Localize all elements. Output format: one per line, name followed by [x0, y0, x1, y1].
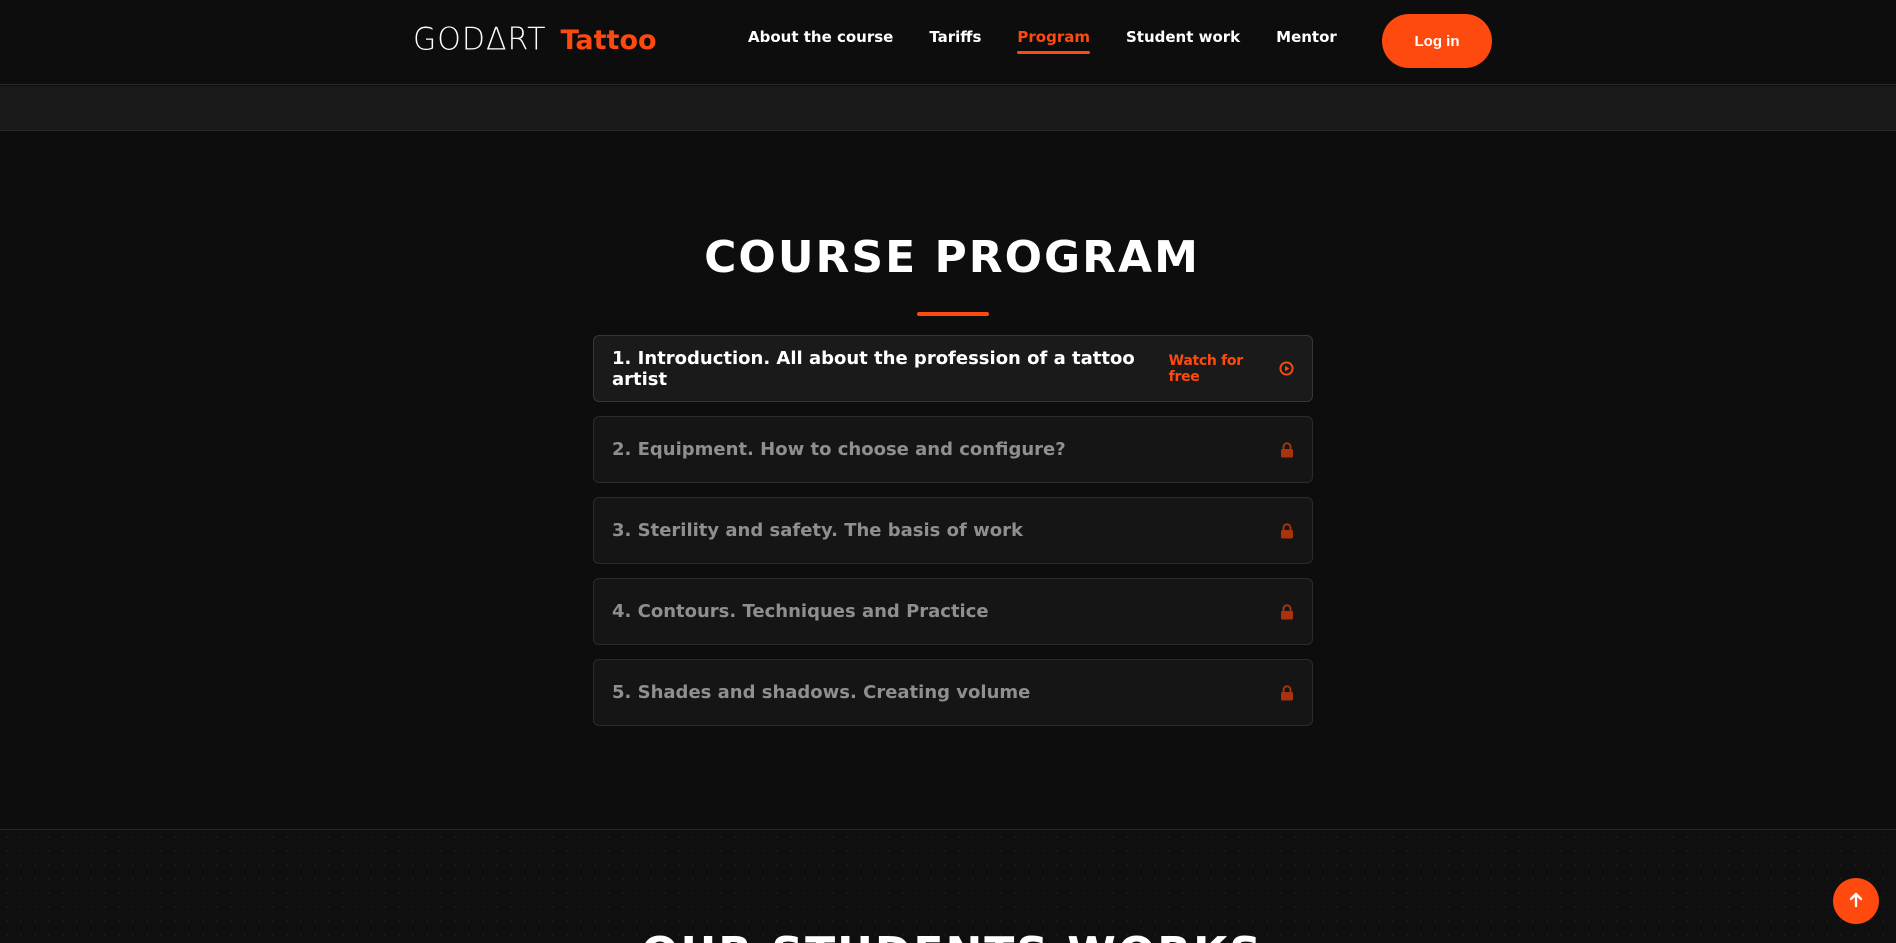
site-header: GODΔRT Tattoo About the course Tariffs P… [0, 0, 1896, 85]
nav-program[interactable]: Program [1017, 28, 1090, 54]
section-title: COURSE PROGRAM [704, 232, 1200, 283]
main-nav: About the course Tariffs Program Student… [748, 28, 1337, 54]
lock-icon [1280, 522, 1294, 539]
watch-for-free-link[interactable]: Watch for free [1169, 353, 1294, 385]
program-item-4[interactable]: 4. Contours. Techniques and Practice [593, 578, 1313, 645]
play-circle-icon [1279, 361, 1294, 376]
program-list: 1. Introduction. All about the professio… [593, 335, 1313, 740]
scroll-to-top-button[interactable] [1833, 878, 1879, 924]
program-item-2[interactable]: 2. Equipment. How to choose and configur… [593, 416, 1313, 483]
lock-icon [1280, 441, 1294, 458]
title-underline [917, 312, 989, 316]
program-item-5[interactable]: 5. Shades and shadows. Creating volume [593, 659, 1313, 726]
login-button[interactable]: Log in [1382, 14, 1492, 68]
program-item-label: 5. Shades and shadows. Creating volume [612, 682, 1031, 703]
lock-icon [1280, 603, 1294, 620]
program-item-3[interactable]: 3. Sterility and safety. The basis of wo… [593, 497, 1313, 564]
program-item-label: 1. Introduction. All about the professio… [612, 347, 1135, 390]
nav-about-course[interactable]: About the course [748, 28, 893, 52]
program-item-label: 2. Equipment. How to choose and configur… [612, 439, 1066, 460]
students-works-title: OUR STUDENTS WORKS [0, 928, 1896, 943]
logo[interactable]: GODΔRT Tattoo [413, 21, 657, 62]
students-works-section: OUR STUDENTS WORKS [0, 829, 1896, 943]
nav-tariffs[interactable]: Tariffs [929, 28, 981, 52]
program-item-label: 3. Sterility and safety. The basis of wo… [612, 520, 1023, 541]
nav-student-work[interactable]: Student work [1126, 28, 1240, 52]
nav-mentor[interactable]: Mentor [1276, 28, 1337, 52]
arrow-up-icon [1847, 891, 1865, 912]
watch-for-free-label: Watch for free [1168, 352, 1243, 385]
program-item-label: 4. Contours. Techniques and Practice [612, 601, 989, 622]
lock-icon [1280, 684, 1294, 701]
logo-tattoo-label: Tattoo [560, 25, 657, 56]
sub-header-band [0, 86, 1896, 131]
logo-wordmark: GODΔRT [413, 21, 547, 58]
program-item-1[interactable]: 1. Introduction. All about the professio… [593, 335, 1313, 402]
